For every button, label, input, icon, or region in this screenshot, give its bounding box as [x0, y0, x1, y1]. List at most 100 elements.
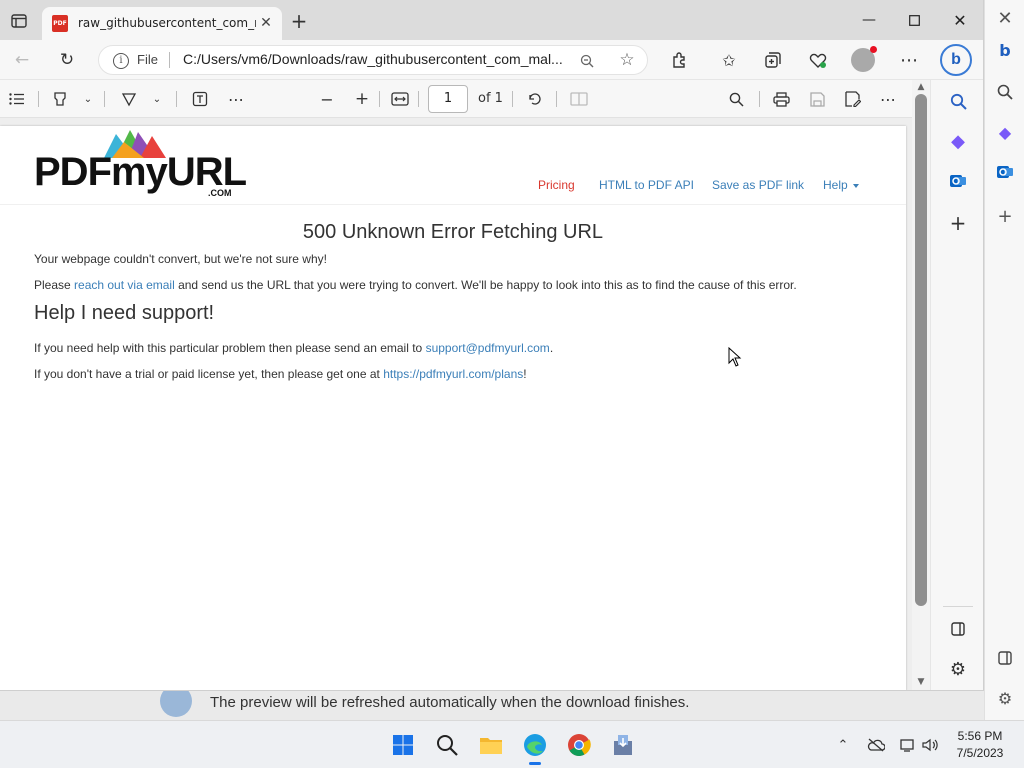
sidebar-add-icon[interactable]: + — [945, 210, 971, 236]
settings-icon[interactable]: ⚙ — [993, 686, 1017, 710]
menu-html-to-pdf-api[interactable]: HTML to PDF API — [599, 178, 694, 192]
toolbar-divider — [176, 91, 177, 107]
more-options-icon[interactable]: ⋯ — [897, 48, 921, 72]
maximize-icon[interactable] — [891, 8, 937, 32]
favorite-star-icon[interactable]: ☆ — [617, 50, 637, 70]
bing-chat-icon[interactable]: b — [940, 44, 972, 76]
tab-actions-button[interactable] — [8, 10, 30, 32]
sidebar-divider — [943, 606, 973, 607]
support-email-link[interactable]: support@pdfmyurl.com — [426, 341, 550, 355]
refresh-icon[interactable]: ↻ — [55, 48, 79, 72]
address-scheme: File — [137, 52, 158, 67]
volume-icon[interactable] — [920, 735, 940, 755]
profile-avatar[interactable] — [851, 46, 877, 72]
address-bar[interactable]: i File C:/Users/vm6/Downloads/raw_github… — [98, 45, 648, 75]
file-explorer-icon[interactable] — [477, 731, 505, 759]
edge-sidebar: ◆ + ⚙ — [930, 80, 983, 690]
extensions-icon[interactable] — [668, 48, 692, 72]
error-message: Your webpage couldn't convert, but we're… — [34, 252, 327, 266]
app-installer-icon[interactable] — [609, 731, 637, 759]
draw-icon[interactable] — [118, 88, 140, 110]
system-clock[interactable]: 5:56 PM 7/5/2023 — [950, 728, 1010, 762]
page-view-icon[interactable] — [568, 88, 590, 110]
pdf-file-icon: PDF — [52, 15, 68, 32]
error-title: 500 Unknown Error Fetching URL — [302, 221, 604, 243]
edge-browser-icon[interactable] — [521, 731, 549, 765]
toolbar-divider — [104, 91, 105, 107]
toolbar-divider — [512, 91, 513, 107]
zoom-out-minus-icon[interactable]: − — [316, 88, 338, 110]
close-icon[interactable]: ✕ — [993, 6, 1017, 30]
add-icon[interactable]: + — [993, 204, 1017, 228]
pdf-page: PDFmyURL .COM Pricing HTML to PDF API Sa… — [0, 126, 906, 690]
chrome-icon[interactable] — [565, 731, 593, 759]
clock-date: 7/5/2023 — [956, 746, 1004, 760]
contents-list-icon[interactable] — [6, 88, 28, 110]
back-arrow-icon[interactable]: ← — [10, 48, 34, 72]
onedrive-sync-icon[interactable] — [866, 735, 886, 755]
copilot-icon[interactable]: ◆ — [993, 120, 1017, 144]
rotate-icon[interactable] — [524, 88, 546, 110]
print-icon[interactable] — [770, 88, 792, 110]
taskbar: ⌃ 5:56 PM 7/5/2023 — [0, 720, 1024, 768]
start-windows-icon[interactable] — [389, 731, 417, 759]
window-close-icon[interactable]: ✕ — [937, 8, 983, 32]
menu-help[interactable]: Help — [823, 178, 859, 192]
page-number-input[interactable]: 1 — [428, 85, 468, 113]
plans-link[interactable]: https://pdfmyurl.com/plans — [383, 367, 523, 381]
scrollbar-thumb[interactable] — [915, 94, 927, 606]
find-search-icon[interactable] — [725, 88, 747, 110]
tab-close-icon[interactable]: ✕ — [256, 13, 276, 33]
contact-suffix: and send us the URL that you were trying… — [174, 278, 797, 292]
collections-icon[interactable] — [761, 48, 785, 72]
menu-save-as-pdf-link[interactable]: Save as PDF link — [712, 178, 804, 192]
zoom-in-plus-icon[interactable]: + — [351, 88, 373, 110]
reach-out-email-link[interactable]: reach out via email — [74, 278, 175, 292]
highlight-options-chevron-icon[interactable]: ⌄ — [77, 88, 99, 110]
fit-to-width-icon[interactable] — [389, 88, 411, 110]
license-paragraph: If you don't have a trial or paid licens… — [34, 367, 527, 381]
info-icon[interactable]: i — [113, 53, 129, 69]
tab-active[interactable]: PDF raw_githubusercontent_com_mal ✕ — [42, 7, 282, 40]
menu-help-label: Help — [823, 178, 848, 192]
search-icon[interactable] — [993, 80, 1017, 104]
pdf-toolbar: ⌄ ⌄ ⋯ − + 1 of 1 ⋯ — [0, 80, 930, 118]
more-tools-icon[interactable]: ⋯ — [225, 88, 247, 110]
favorites-icon[interactable]: ✩ — [717, 48, 741, 72]
scroll-down-icon[interactable]: ▼ — [915, 677, 927, 687]
contact-paragraph: Please reach out via email and send us t… — [34, 278, 797, 292]
pdfmyurl-logo: PDFmyURL .COM — [34, 128, 247, 200]
highlight-icon[interactable] — [49, 88, 71, 110]
bing-icon[interactable]: b — [993, 38, 1017, 62]
menu-pricing[interactable]: Pricing — [538, 178, 575, 192]
vertical-scrollbar[interactable]: ▲ ▼ — [912, 80, 930, 690]
taskbar-search-icon[interactable] — [433, 731, 461, 759]
new-tab-icon[interactable]: + — [288, 9, 310, 33]
pdf-viewer[interactable]: PDFmyURL .COM Pricing HTML to PDF API Sa… — [0, 118, 912, 690]
support-prefix: If you need help with this particular pr… — [34, 341, 426, 355]
draw-options-chevron-icon[interactable]: ⌄ — [146, 88, 168, 110]
zoom-out-icon[interactable] — [577, 51, 597, 71]
header-divider — [0, 204, 906, 205]
license-suffix: ! — [523, 367, 527, 381]
contact-prefix: Please — [34, 278, 75, 292]
scroll-up-icon[interactable]: ▲ — [915, 82, 927, 92]
sidebar-toggle-icon[interactable] — [993, 646, 1017, 670]
sidebar-copilot-icon[interactable]: ◆ — [945, 128, 971, 154]
browser-essentials-icon[interactable] — [806, 48, 830, 72]
network-icon[interactable] — [898, 735, 918, 755]
toolbar-divider — [418, 91, 419, 107]
show-hidden-icons-chevron-icon[interactable]: ⌃ — [833, 735, 853, 755]
pdf-more-options-icon[interactable]: ⋯ — [877, 88, 899, 110]
sidebar-search-icon[interactable] — [945, 88, 971, 114]
minimize-icon[interactable]: — — [846, 8, 892, 32]
outlook-icon[interactable] — [993, 160, 1017, 184]
address-url[interactable]: C:/Users/vm6/Downloads/raw_githubusercon… — [183, 51, 563, 67]
add-text-icon[interactable] — [189, 88, 211, 110]
sidebar-outlook-icon[interactable] — [945, 168, 971, 194]
tab-actions-icon — [11, 14, 27, 28]
save-as-icon[interactable] — [842, 88, 864, 110]
save-icon[interactable] — [806, 88, 828, 110]
sidebar-panel-icon[interactable] — [945, 616, 971, 642]
sidebar-settings-icon[interactable]: ⚙ — [945, 656, 971, 682]
